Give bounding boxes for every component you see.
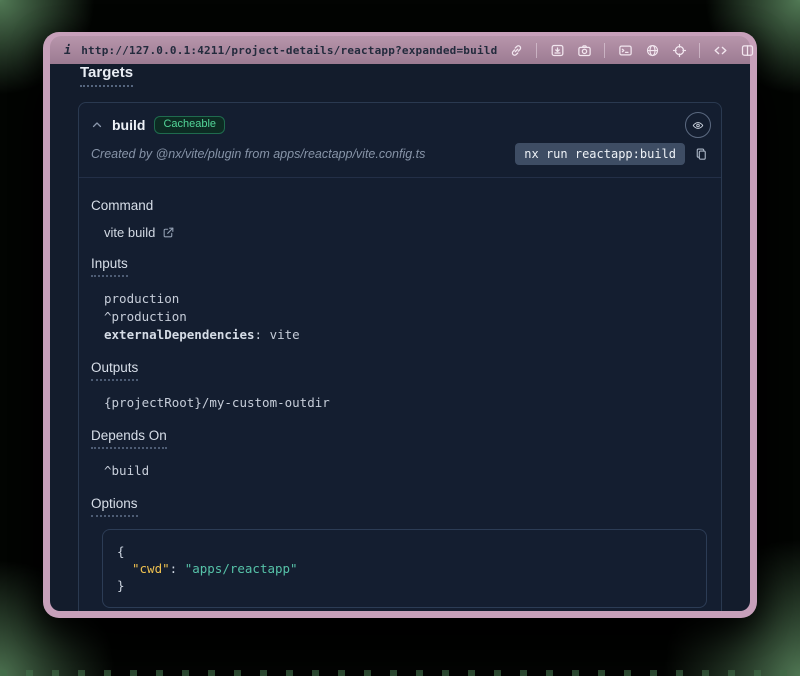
depends-on-item: ^build: [104, 462, 709, 480]
terminal-icon: [618, 43, 633, 58]
target-name: build: [112, 117, 145, 133]
background-texture: [0, 670, 800, 676]
clipboard-icon: [694, 147, 709, 162]
download-icon: [550, 43, 565, 58]
created-by-text: Created by @nx/vite/plugin from apps/rea…: [91, 147, 425, 161]
crosshair-icon: [672, 43, 687, 58]
targets-heading: Targets: [80, 64, 133, 87]
toolbar-actions: [507, 41, 756, 59]
camera-icon: [577, 43, 592, 58]
globe-button[interactable]: [643, 41, 661, 59]
code-button[interactable]: [711, 41, 729, 59]
cacheable-badge: Cacheable: [154, 116, 225, 134]
build-target-card: build Cacheable Created by @nx/vite/plug…: [78, 102, 722, 611]
command-heading: Command: [91, 198, 709, 213]
download-button[interactable]: [548, 41, 566, 59]
external-link-icon: [162, 226, 175, 239]
build-target-body: Command vite build Inputs production ^pr…: [79, 178, 721, 611]
chevron-up-icon[interactable]: [91, 119, 103, 131]
link-icon: [509, 43, 524, 58]
input-item: production: [104, 290, 709, 308]
json-value: "apps/reactapp": [185, 561, 298, 576]
toolbar-separator: [536, 43, 537, 58]
options-heading: Options: [91, 496, 138, 517]
build-target-header[interactable]: build Cacheable: [79, 103, 721, 140]
url-bar[interactable]: http://127.0.0.1:4211/project-details/re…: [81, 44, 497, 57]
json-cwd-line: "cwd": "apps/reactapp": [117, 560, 692, 577]
input-item: externalDependencies: vite: [104, 326, 709, 344]
globe-icon: [645, 43, 660, 58]
outputs-heading: Outputs: [91, 360, 138, 381]
run-command-chip: nx run reactapp:build: [515, 143, 685, 165]
project-details-page: Targets build Cacheable Created by @nx/v…: [50, 64, 750, 611]
options-json-block: { "cwd": "apps/reactapp" }: [102, 529, 707, 608]
input-external-deps-value: : vite: [255, 327, 300, 342]
split-view-button[interactable]: [738, 41, 756, 59]
json-close-brace: }: [117, 577, 692, 594]
code-icon: [713, 43, 728, 58]
json-key: "cwd": [132, 561, 170, 576]
output-item: {projectRoot}/my-custom-outdir: [104, 394, 709, 412]
view-target-button[interactable]: [685, 112, 711, 138]
info-icon: i: [64, 43, 71, 57]
depends-on-heading: Depends On: [91, 428, 167, 449]
open-command-button[interactable]: [162, 226, 175, 239]
command-value: vite build: [104, 225, 155, 240]
columns-icon: [740, 43, 755, 58]
target-button[interactable]: [670, 41, 688, 59]
json-open-brace: {: [117, 543, 692, 560]
build-target-subheader: Created by @nx/vite/plugin from apps/rea…: [79, 140, 721, 178]
terminal-button[interactable]: [616, 41, 634, 59]
toolbar-separator: [699, 43, 700, 58]
link-button[interactable]: [507, 41, 525, 59]
copy-command-button[interactable]: [694, 147, 709, 162]
eye-icon: [692, 118, 704, 133]
inputs-heading: Inputs: [91, 256, 128, 277]
screenshot-button[interactable]: [575, 41, 593, 59]
toolbar-separator: [604, 43, 605, 58]
input-item: ^production: [104, 308, 709, 326]
browser-window: i http://127.0.0.1:4211/project-details/…: [43, 32, 757, 618]
browser-titlebar: i http://127.0.0.1:4211/project-details/…: [50, 36, 750, 64]
input-external-deps-key: externalDependencies: [104, 327, 255, 342]
json-colon: :: [170, 561, 185, 576]
